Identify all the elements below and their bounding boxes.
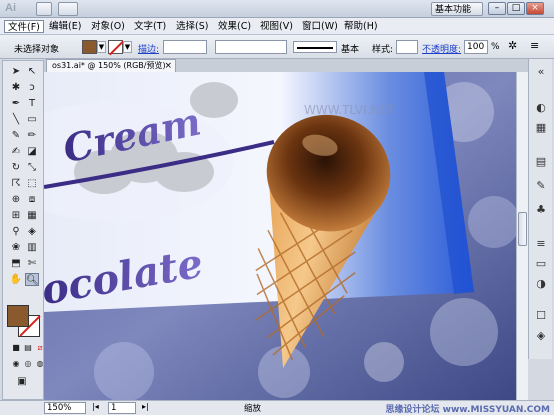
line-tool-icon[interactable]: ╲ [9, 113, 23, 126]
menu-object[interactable]: 对象(O) [88, 20, 128, 33]
menu-select[interactable]: 选择(S) [173, 20, 211, 33]
watermark-text: WWW.TLVI.NET [304, 103, 395, 117]
maximize-button[interactable]: □ [507, 2, 525, 15]
close-button[interactable]: × [526, 2, 544, 15]
panel-dock: « ◐ ▦ ▤ ✎ ♣ ≡ ▭ ◑ ☐ ◈ [528, 59, 552, 359]
swatches-panel-icon[interactable]: ▤ [533, 155, 549, 169]
next-artboard-icon[interactable]: ▸| [142, 402, 149, 411]
color-guide-icon[interactable]: ▦ [533, 121, 549, 135]
gradient-panel-icon[interactable]: ▭ [533, 257, 549, 271]
selection-status: 未选择对象 [14, 45, 60, 55]
color-panel-icon[interactable]: ◐ [533, 101, 549, 115]
eraser-tool-icon[interactable]: ◪ [25, 145, 39, 158]
vertical-scroll-thumb[interactable] [518, 212, 527, 246]
first-artboard-icon[interactable]: |◂ [92, 402, 99, 411]
workspace-switcher[interactable]: 基本功能 [431, 2, 483, 16]
paintbrush-tool-icon[interactable]: ✎ [9, 129, 23, 142]
direct-selection-tool-icon[interactable]: ↖ [25, 65, 39, 78]
arrange-documents-button[interactable] [58, 2, 78, 16]
eyedropper-tool-icon[interactable]: ⚲ [9, 225, 23, 238]
document-canvas[interactable]: Cream WWW.TLVI.NET ocolate [44, 72, 516, 400]
fill-dropdown[interactable]: ▼ [97, 41, 106, 53]
pen-tool-icon[interactable]: ✒ [9, 97, 23, 110]
opacity-unit: % [491, 42, 500, 52]
opacity-link[interactable]: 不透明度: [422, 42, 461, 55]
stroke-link[interactable]: 描边: [138, 42, 159, 55]
magic-wand-tool-icon[interactable]: ✱ [9, 81, 23, 94]
menu-view[interactable]: 视图(V) [257, 20, 296, 33]
artboard-number-field[interactable]: 1 [108, 402, 136, 414]
pencil-tool-icon[interactable]: ✏ [25, 129, 39, 142]
fill-swatch[interactable] [82, 40, 97, 54]
artboard-tool-icon[interactable]: ⬒ [9, 257, 23, 270]
menu-help[interactable]: 帮助(H) [341, 20, 381, 33]
artwork: Cream WWW.TLVI.NET ocolate [44, 72, 516, 400]
document-tab[interactable]: os31.ai* @ 150% (RGB/预览) × [46, 59, 176, 72]
graphic-style-swatch[interactable] [396, 40, 418, 54]
stroke-weight-field[interactable] [163, 40, 207, 54]
shape-builder-tool-icon[interactable]: ⊕ [9, 193, 23, 206]
panel-menu-icon[interactable]: ≡ [530, 39, 539, 52]
free-transform-tool-icon[interactable]: ⬚ [25, 177, 39, 190]
control-bar: 未选择对象 ▼ ▼ 描边: 基本 样式: 不透明度: 100 % ✲ ≡ [0, 35, 554, 59]
layers-panel-icon[interactable]: ◈ [533, 329, 549, 343]
status-bar: 150% |◂ 1 ▸| 缩放 思缘设计论坛 www.MISSYUAN.COM [0, 400, 554, 415]
app-logo: Ai [5, 2, 16, 14]
symbol-sprayer-tool-icon[interactable]: ❀ [9, 241, 23, 254]
document-tab-title: os31.ai* @ 150% (RGB/预览) [52, 61, 166, 70]
zoom-tool-icon[interactable]: 🔍︎ [25, 273, 39, 286]
type-tool-icon[interactable]: T [25, 97, 39, 110]
slice-tool-icon[interactable]: ✄ [25, 257, 39, 270]
hand-tool-icon[interactable]: ✋ [9, 273, 23, 286]
menu-edit[interactable]: 编辑(E) [46, 20, 84, 33]
lasso-tool-icon[interactable]: ↄ [25, 81, 39, 94]
menu-bar: 文件(F) 编辑(E) 对象(O) 文字(T) 选择(S) 效果(C) 视图(V… [0, 18, 554, 35]
brush-definition-label: 基本 [341, 45, 360, 55]
stroke-profile[interactable] [293, 41, 337, 53]
vertical-scrollbar[interactable] [516, 72, 528, 400]
stroke-panel-icon[interactable]: ≡ [533, 237, 549, 251]
fill-color-box[interactable] [7, 305, 29, 327]
perspective-grid-tool-icon[interactable]: ⧈ [25, 193, 39, 206]
bridge-button[interactable] [36, 2, 52, 16]
mesh-tool-icon[interactable]: ⊞ [9, 209, 23, 222]
warp-tool-icon[interactable]: ☈ [9, 177, 23, 190]
menu-type[interactable]: 文字(T) [131, 20, 169, 33]
screen-mode-icon[interactable]: ▣ [15, 375, 29, 388]
zoom-field[interactable]: 150% [44, 402, 86, 414]
scale-tool-icon[interactable]: ⤡ [25, 161, 39, 174]
rectangle-tool-icon[interactable]: ▭ [25, 113, 39, 126]
rotate-tool-icon[interactable]: ↻ [9, 161, 23, 174]
column-graph-tool-icon[interactable]: ▥ [25, 241, 39, 254]
brushes-panel-icon[interactable]: ✎ [533, 179, 549, 193]
status-label[interactable]: 缩放 [244, 402, 261, 414]
gradient-tool-icon[interactable]: ▦ [25, 209, 39, 222]
symbols-panel-icon[interactable]: ♣ [533, 203, 549, 217]
close-document-icon[interactable]: × [164, 60, 172, 72]
appearance-panel-icon[interactable]: ☐ [533, 309, 549, 323]
menu-file[interactable]: 文件(F) [4, 20, 44, 33]
menu-effect[interactable]: 效果(C) [215, 20, 254, 33]
tools-panel: ➤ ↖ ✱ ↄ ✒ T ╲ ▭ ✎ ✏ ✍ ◪ ↻ ⤡ ☈ ⬚ ⊕ ⧈ ⊞ ▦ … [2, 60, 44, 400]
blend-tool-icon[interactable]: ◈ [25, 225, 39, 238]
recolor-icon[interactable]: ✲ [508, 39, 517, 52]
document-tab-row: os31.ai* @ 150% (RGB/预览) × [44, 59, 529, 72]
stroke-dropdown[interactable]: ▼ [123, 41, 132, 53]
style-label: 样式: [372, 45, 394, 55]
title-bar: Ai 基本功能 – □ × [0, 0, 554, 18]
opacity-field[interactable]: 100 [464, 40, 488, 54]
menu-window[interactable]: 窗口(W) [299, 20, 341, 33]
minimize-button[interactable]: – [488, 2, 506, 15]
variable-width-field[interactable] [215, 40, 287, 54]
selection-tool-icon[interactable]: ➤ [9, 65, 23, 78]
stroke-swatch[interactable] [108, 40, 123, 54]
collapse-panels-icon[interactable]: « [533, 65, 549, 79]
site-watermark: 思缘设计论坛 www.MISSYUAN.COM [385, 405, 550, 415]
transparency-panel-icon[interactable]: ◑ [533, 277, 549, 291]
blob-brush-tool-icon[interactable]: ✍ [9, 145, 23, 158]
